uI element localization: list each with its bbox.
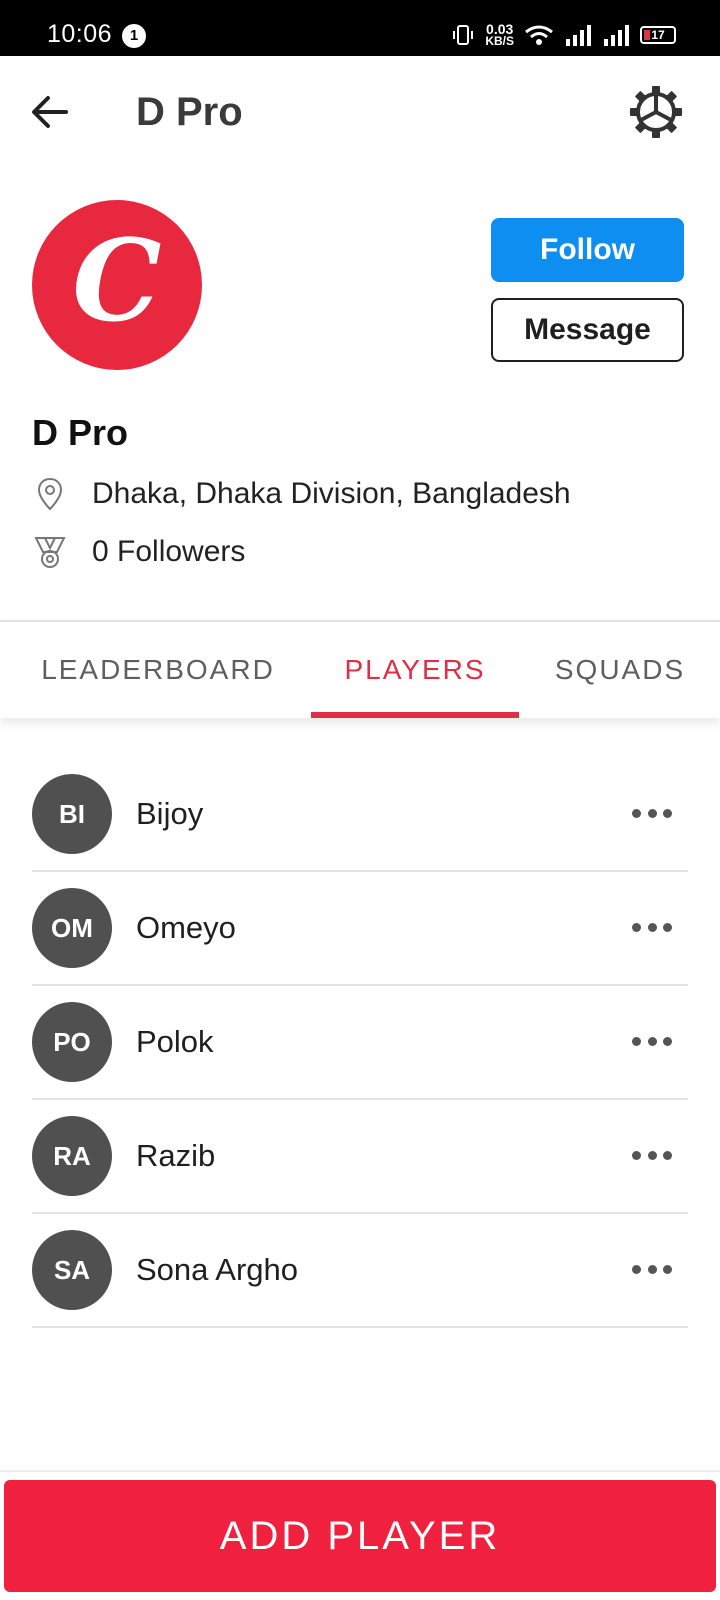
- tab-squads[interactable]: SQUADS: [536, 622, 704, 718]
- avatar: OM: [32, 888, 112, 968]
- list-item[interactable]: BI Bijoy: [32, 758, 688, 872]
- location-text: Dhaka, Dhaka Division, Bangladesh: [92, 477, 571, 510]
- team-logo: C: [32, 200, 202, 370]
- avatar: SA: [32, 1230, 112, 1310]
- notification-badge: 1: [122, 24, 146, 48]
- more-options-icon[interactable]: [632, 1026, 672, 1056]
- tab-players[interactable]: PLAYERS: [311, 622, 519, 718]
- signal-icon-2: [604, 25, 629, 46]
- back-button[interactable]: [26, 88, 74, 136]
- signal-icon: [566, 25, 591, 46]
- list-item[interactable]: SA Sona Argho: [32, 1214, 688, 1328]
- player-list: BI Bijoy OM Omeyo PO Polok RA Razib SA S…: [32, 758, 688, 1328]
- app-bar: D Pro: [0, 56, 720, 168]
- battery-icon: 17: [640, 26, 676, 44]
- follow-button[interactable]: Follow: [491, 218, 684, 282]
- more-options-icon[interactable]: [632, 1254, 672, 1284]
- player-name: Sona Argho: [136, 1252, 299, 1287]
- avatar: BI: [32, 774, 112, 854]
- list-item[interactable]: OM Omeyo: [32, 872, 688, 986]
- status-icons: 0.03 KB/S 17: [451, 20, 676, 50]
- player-name: Omeyo: [136, 910, 236, 945]
- location-pin-icon: [37, 477, 63, 511]
- player-name: Polok: [136, 1024, 214, 1059]
- settings-button[interactable]: [628, 84, 684, 140]
- page-title: D Pro: [136, 90, 243, 134]
- wifi-icon: [525, 25, 553, 45]
- tab-bar: LEADERBOARD PLAYERS SQUADS: [0, 620, 720, 718]
- status-bar: 10:06 1 0.03 KB/S 17: [0, 0, 720, 56]
- avatar: RA: [32, 1116, 112, 1196]
- location-row: Dhaka, Dhaka Division, Bangladesh: [32, 476, 571, 512]
- followers-row: 0 Followers: [32, 534, 245, 570]
- profile-name: D Pro: [32, 412, 129, 453]
- followers-count: 0 Followers: [92, 535, 246, 568]
- more-options-icon[interactable]: [632, 912, 672, 942]
- message-button[interactable]: Message: [491, 298, 684, 362]
- player-name: Razib: [136, 1138, 216, 1173]
- medal-icon: [34, 537, 66, 568]
- net-speed: 0.03 KB/S: [485, 21, 514, 48]
- avatar: PO: [32, 1002, 112, 1082]
- player-name: Bijoy: [136, 796, 204, 831]
- add-player-button[interactable]: ADD PLAYER: [4, 1480, 716, 1592]
- list-item[interactable]: PO Polok: [32, 986, 688, 1100]
- team-logo-letter: C: [72, 216, 162, 347]
- tab-leaderboard[interactable]: LEADERBOARD: [20, 622, 296, 718]
- vibrate-icon: [453, 25, 474, 45]
- divider: [0, 1470, 720, 1472]
- list-item[interactable]: RA Razib: [32, 1100, 688, 1214]
- more-options-icon[interactable]: [632, 798, 672, 828]
- arrow-left-icon: [32, 96, 68, 128]
- more-options-icon[interactable]: [632, 1140, 672, 1170]
- status-time: 10:06: [47, 20, 113, 48]
- tab-indicator: [311, 712, 519, 718]
- gear-icon: [630, 86, 682, 138]
